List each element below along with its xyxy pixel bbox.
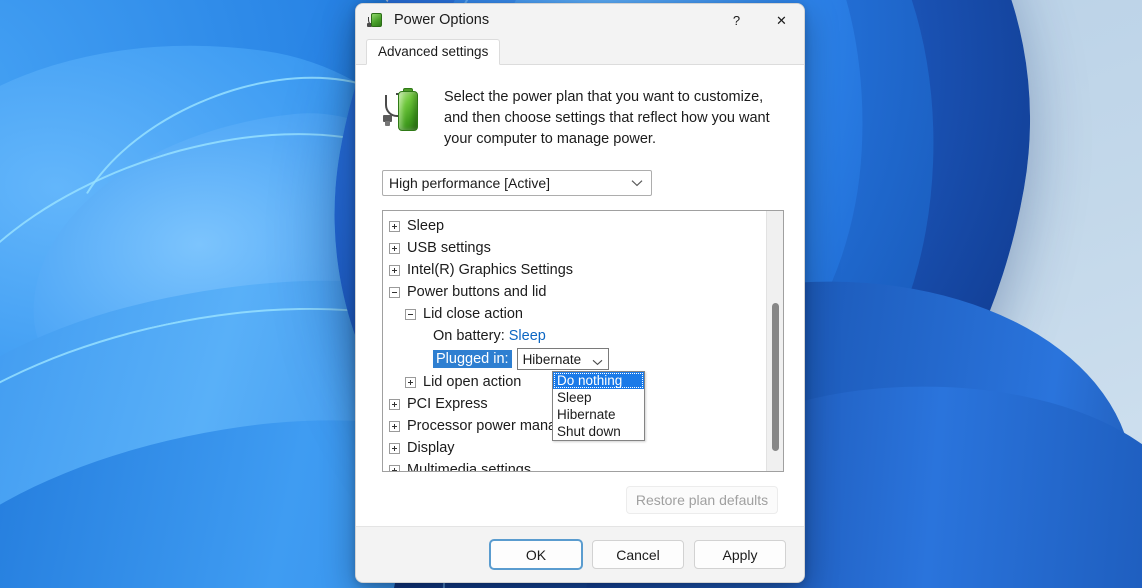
- tree-item-label: Power buttons and lid: [407, 284, 547, 300]
- cancel-button[interactable]: Cancel: [592, 540, 684, 569]
- advanced-settings-panel: Select the power plan that you want to c…: [356, 65, 804, 526]
- tree-item-label: Sleep: [407, 218, 445, 234]
- expander-minus-icon[interactable]: [389, 286, 400, 298]
- intro-description: Select the power plan that you want to c…: [444, 89, 770, 147]
- power-plan-select[interactable]: High performance [Active]: [382, 170, 652, 196]
- power-plug-icon: [367, 12, 385, 29]
- expander-plus-icon[interactable]: [405, 376, 416, 388]
- dropdown-option-do-nothing[interactable]: Do nothing: [553, 372, 644, 389]
- tab-strip: Advanced settings: [356, 37, 804, 65]
- tree-item-on-battery[interactable]: On battery: Sleep: [383, 325, 766, 347]
- apply-button[interactable]: Apply: [694, 540, 786, 569]
- tree-item-plugged-in[interactable]: Plugged in: Hibernate: [383, 347, 766, 371]
- window-title: Power Options: [394, 12, 490, 29]
- tree-item-sleep[interactable]: Sleep: [383, 215, 766, 237]
- tree-item-label: PCI Express: [407, 396, 488, 412]
- tree-item-label: Lid open action: [423, 374, 522, 390]
- intro-block: Select the power plan that you want to c…: [382, 87, 786, 150]
- tree-item-power-buttons-and-lid[interactable]: Power buttons and lid: [383, 281, 766, 303]
- chevron-down-icon: [631, 174, 643, 190]
- tree-scrollbar[interactable]: [766, 211, 783, 471]
- tree-item-multimedia-settings[interactable]: Multimedia settings: [383, 459, 766, 471]
- window-controls: ? ✕: [714, 5, 804, 37]
- plugged-in-dropdown-list[interactable]: Do nothing Sleep Hibernate Shut down: [552, 371, 645, 441]
- expander-minus-icon[interactable]: [405, 308, 416, 320]
- expander-plus-icon[interactable]: [389, 420, 400, 432]
- dialog-footer: OK Cancel Apply: [356, 526, 804, 582]
- expander-plus-icon[interactable]: [389, 442, 400, 454]
- tree-item-label: Lid close action: [423, 306, 523, 322]
- restore-defaults-row: Restore plan defaults: [374, 486, 786, 514]
- expander-plus-icon[interactable]: [389, 220, 400, 232]
- expander-plus-icon[interactable]: [389, 264, 400, 276]
- expander-plus-icon[interactable]: [389, 464, 400, 471]
- battery-power-cord-icon: [382, 87, 430, 135]
- tree-item-usb-settings[interactable]: USB settings: [383, 237, 766, 259]
- close-icon[interactable]: ✕: [759, 5, 804, 37]
- power-options-dialog: Power Options ? ✕ Advanced settings Sele…: [355, 3, 805, 583]
- ok-button[interactable]: OK: [490, 540, 582, 569]
- expander-plus-icon[interactable]: [389, 398, 400, 410]
- dropdown-option-shut-down[interactable]: Shut down: [553, 423, 644, 440]
- plugged-in-select[interactable]: Hibernate: [516, 348, 609, 370]
- tree-item-label: USB settings: [407, 240, 491, 256]
- advanced-settings-tree[interactable]: Sleep USB settings Intel(R) Graphics Set…: [382, 210, 784, 472]
- chevron-down-icon: [592, 354, 603, 369]
- tree-item-lid-close-action[interactable]: Lid close action: [383, 303, 766, 325]
- plugged-in-value: Hibernate: [522, 351, 582, 367]
- expander-plus-icon[interactable]: [389, 242, 400, 254]
- tree-item-intel-graphics-settings[interactable]: Intel(R) Graphics Settings: [383, 259, 766, 281]
- tree-item-label: Multimedia settings: [407, 462, 532, 471]
- tree-item-label: Intel(R) Graphics Settings: [407, 262, 574, 278]
- plugged-in-label: Plugged in:: [433, 350, 512, 368]
- title-bar: Power Options ? ✕: [356, 4, 804, 37]
- tab-advanced-settings[interactable]: Advanced settings: [366, 39, 501, 65]
- tree-item-label: Display: [407, 440, 455, 456]
- on-battery-label: On battery:: [433, 328, 505, 344]
- on-battery-value[interactable]: Sleep: [509, 328, 546, 344]
- help-icon[interactable]: ?: [714, 5, 759, 37]
- scrollbar-thumb[interactable]: [772, 303, 779, 451]
- power-plan-value: High performance [Active]: [389, 175, 551, 191]
- dropdown-option-sleep[interactable]: Sleep: [553, 389, 644, 406]
- restore-plan-defaults-button[interactable]: Restore plan defaults: [626, 486, 778, 514]
- dropdown-option-hibernate[interactable]: Hibernate: [553, 406, 644, 423]
